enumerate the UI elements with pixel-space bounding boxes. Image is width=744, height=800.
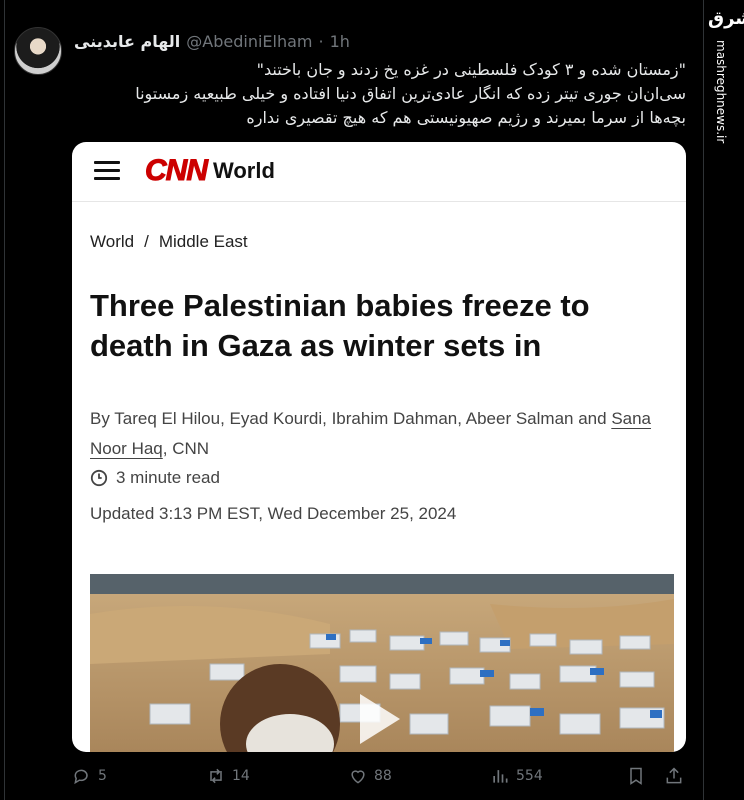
gaza-camp-image <box>90 574 674 752</box>
user-handle[interactable]: @AbediniElham <box>186 32 312 51</box>
share-button[interactable] <box>664 764 684 788</box>
read-time: 3 minute read <box>90 468 220 488</box>
breadcrumb-item: World <box>90 232 135 251</box>
bookmark-icon <box>630 767 642 785</box>
cnn-header: CNN World <box>72 142 686 202</box>
timeline-border-right <box>703 0 704 800</box>
read-time-text: 3 minute read <box>116 468 220 487</box>
view-count: 554 <box>516 768 543 784</box>
display-name[interactable]: الهام عابدینی <box>74 32 180 51</box>
cnn-logo: CNN World <box>145 153 275 189</box>
bookmark-button[interactable] <box>626 764 646 788</box>
repost-button[interactable]: 14 <box>206 764 250 788</box>
avatar[interactable] <box>14 27 62 75</box>
cnn-logo-mark: CNN <box>145 154 209 188</box>
analytics-icon <box>493 770 508 783</box>
clock-icon <box>90 469 108 487</box>
cnn-section-name: World <box>213 158 275 183</box>
reply-icon <box>74 769 88 785</box>
views-button[interactable]: 554 <box>490 764 543 788</box>
like-count: 88 <box>374 768 392 784</box>
tweet-actions: 5 14 88 554 <box>72 764 692 788</box>
article-photo <box>90 574 674 752</box>
tweet-header: الهام عابدینی @AbediniElham · 1h <box>74 30 350 52</box>
hamburger-menu-icon <box>94 161 120 181</box>
tweet-text: "زمستان شده و ۳ کودک فلسطینی در غزه یخ ز… <box>74 58 686 130</box>
tweet-text-line: بچه‌ها از سرما بمیرند و رژیم صهیونیستی ه… <box>246 108 686 127</box>
heart-icon <box>351 770 365 784</box>
repost-count: 14 <box>232 768 250 784</box>
breadcrumb-separator: / <box>144 232 149 251</box>
article-screenshot[interactable]: CNN World World / Middle East Three Pale… <box>72 142 686 752</box>
reply-count: 5 <box>98 768 107 784</box>
watermark-site: mashreghnews.ir <box>714 40 728 144</box>
like-button[interactable]: 88 <box>348 764 392 788</box>
tweet-time[interactable]: 1h <box>330 32 350 51</box>
separator-dot: · <box>318 31 324 51</box>
breadcrumb-item: Middle East <box>158 232 248 251</box>
timeline-border-left <box>4 0 5 800</box>
article-byline: By Tareq El Hilou, Eyad Kourdi, Ibrahim … <box>90 404 680 464</box>
byline-authors: By Tareq El Hilou, Eyad Kourdi, Ibrahim … <box>90 409 612 428</box>
watermark: مشرق mashreghnews.ir <box>708 8 744 143</box>
article-headline: Three Palestinian babies freeze to death… <box>90 288 590 363</box>
watermark-logo: مشرق <box>708 8 744 29</box>
tweet-text-line: سی‌ان‌ان جوری تیتر زده که انگار عادی‌تری… <box>135 84 686 103</box>
reply-button[interactable]: 5 <box>72 764 107 788</box>
breadcrumb: World / Middle East <box>90 232 248 252</box>
updated-timestamp: Updated 3:13 PM EST, Wed December 25, 20… <box>90 504 457 523</box>
repost-icon <box>210 768 222 784</box>
share-icon <box>666 767 682 784</box>
byline-suffix: , CNN <box>162 439 210 458</box>
tweet-text-line: "زمستان شده و ۳ کودک فلسطینی در غزه یخ ز… <box>256 60 686 79</box>
